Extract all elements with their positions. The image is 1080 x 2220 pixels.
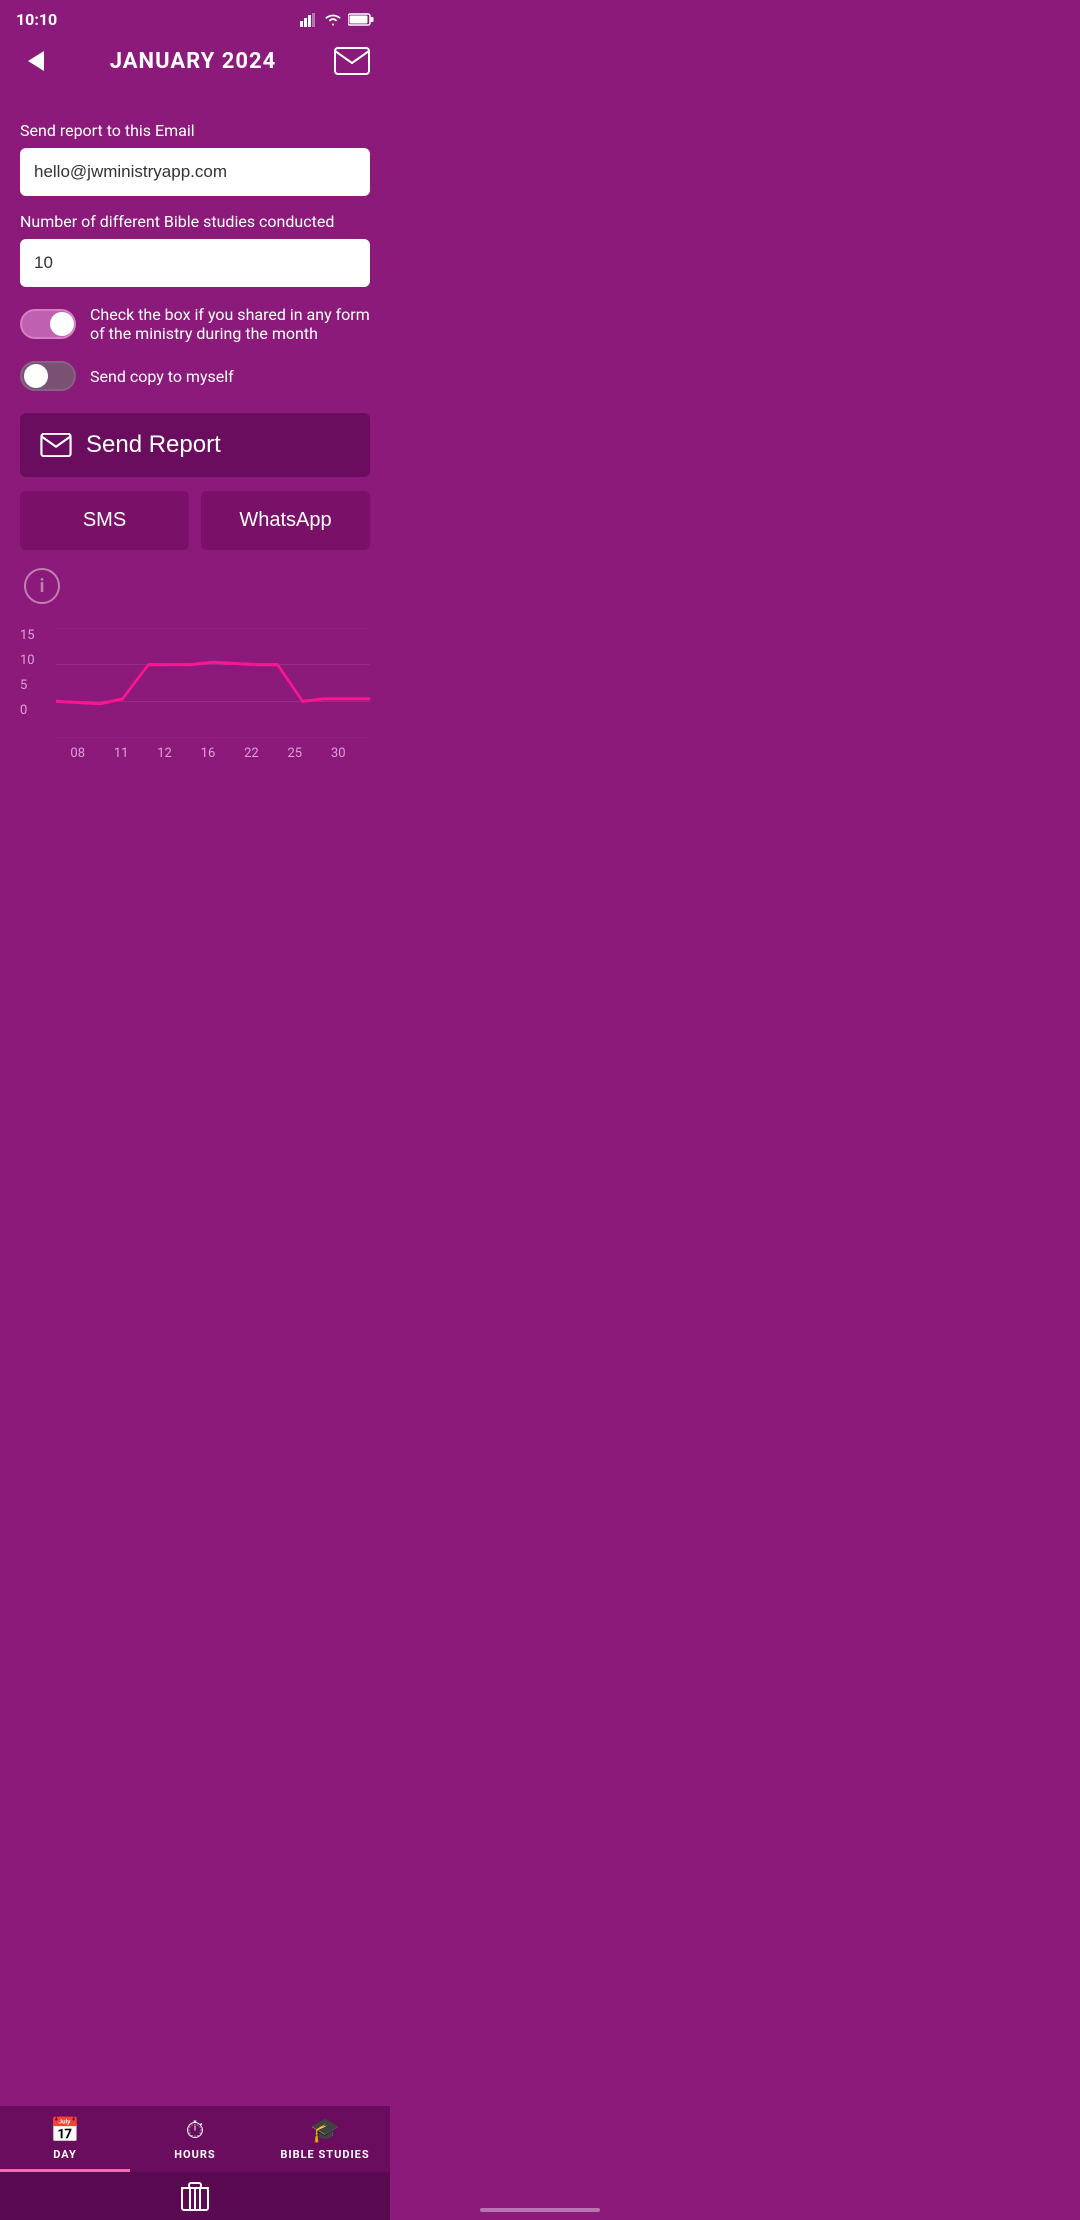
envelope-icon [40, 433, 72, 457]
delete-button[interactable] [181, 2181, 209, 2211]
y-label-5: 5 [20, 678, 35, 693]
status-bar: 10:10 [0, 0, 390, 35]
x-label-08: 08 [70, 746, 85, 761]
y-label-15: 15 [20, 628, 35, 643]
copy-toggle-thumb [24, 364, 48, 388]
email-icon-button[interactable] [330, 39, 374, 83]
main-content: Send report to this Email Number of diff… [0, 97, 390, 748]
bible-studies-label: Number of different Bible studies conduc… [20, 212, 370, 231]
clock-icon: ⏱ [186, 2116, 205, 2144]
trash-icon [181, 2181, 209, 2211]
nav-label-hours: HOURS [174, 2148, 215, 2161]
chart-area: 15 10 5 0 08 11 12 16 22 25 30 [20, 628, 370, 748]
email-icon [334, 47, 370, 75]
info-button[interactable]: i [24, 568, 60, 604]
wifi-icon [324, 13, 342, 27]
x-label-16: 16 [201, 746, 216, 761]
home-indicator [480, 2208, 600, 2212]
x-label-11: 11 [114, 746, 129, 761]
back-button[interactable] [16, 41, 56, 81]
y-label-0: 0 [20, 703, 35, 718]
email-field-label: Send report to this Email [20, 121, 370, 140]
copy-toggle-label: Send copy to myself [90, 367, 234, 386]
back-arrow-icon [28, 51, 44, 71]
bible-studies-input[interactable] [20, 239, 370, 287]
x-label-22: 22 [244, 746, 259, 761]
nav-item-day[interactable]: 📅 DAY [0, 2106, 130, 2172]
top-bar: JANUARY 2024 [0, 35, 390, 97]
whatsapp-button[interactable]: WhatsApp [201, 491, 370, 550]
x-label-12: 12 [157, 746, 172, 761]
nav-label-bible-studies: BIBLE STUDIES [280, 2148, 369, 2161]
bottom-action-bar [0, 2172, 390, 2220]
battery-icon [348, 13, 374, 26]
chart-svg [56, 628, 370, 738]
send-report-button[interactable]: Send Report [20, 413, 370, 477]
status-time: 10:10 [16, 10, 57, 29]
page-title: JANUARY 2024 [110, 49, 277, 74]
nav-label-day: DAY [53, 2148, 77, 2161]
sms-button[interactable]: SMS [20, 491, 189, 550]
send-report-label: Send Report [86, 431, 221, 459]
email-input[interactable] [20, 148, 370, 196]
status-icons [300, 13, 374, 27]
bottom-nav: 📅 DAY ⏱ HOURS 🎓 BIBLE STUDIES [0, 2106, 390, 2172]
ministry-toggle-label: Check the box if you shared in any form … [90, 305, 370, 343]
y-label-10: 10 [20, 653, 35, 668]
x-label-25: 25 [288, 746, 303, 761]
signal-icon [300, 13, 318, 27]
graduation-icon: 🎓 [310, 2116, 340, 2144]
ministry-toggle[interactable] [20, 309, 76, 339]
send-report-icon [40, 433, 72, 457]
chart-x-labels: 08 11 12 16 22 25 30 [56, 746, 370, 761]
copy-toggle[interactable] [20, 361, 76, 391]
nav-item-hours[interactable]: ⏱ HOURS [130, 2106, 260, 2172]
nav-item-bible-studies[interactable]: 🎓 BIBLE STUDIES [260, 2106, 390, 2172]
ministry-toggle-thumb [50, 312, 74, 336]
ministry-toggle-row: Check the box if you shared in any form … [20, 305, 370, 343]
calendar-icon: 📅 [50, 2116, 80, 2144]
copy-toggle-row: Send copy to myself [20, 361, 370, 391]
share-row: SMS WhatsApp [20, 491, 370, 550]
x-label-30: 30 [331, 746, 346, 761]
chart-y-labels: 15 10 5 0 [20, 628, 35, 718]
info-row: i [20, 568, 370, 604]
